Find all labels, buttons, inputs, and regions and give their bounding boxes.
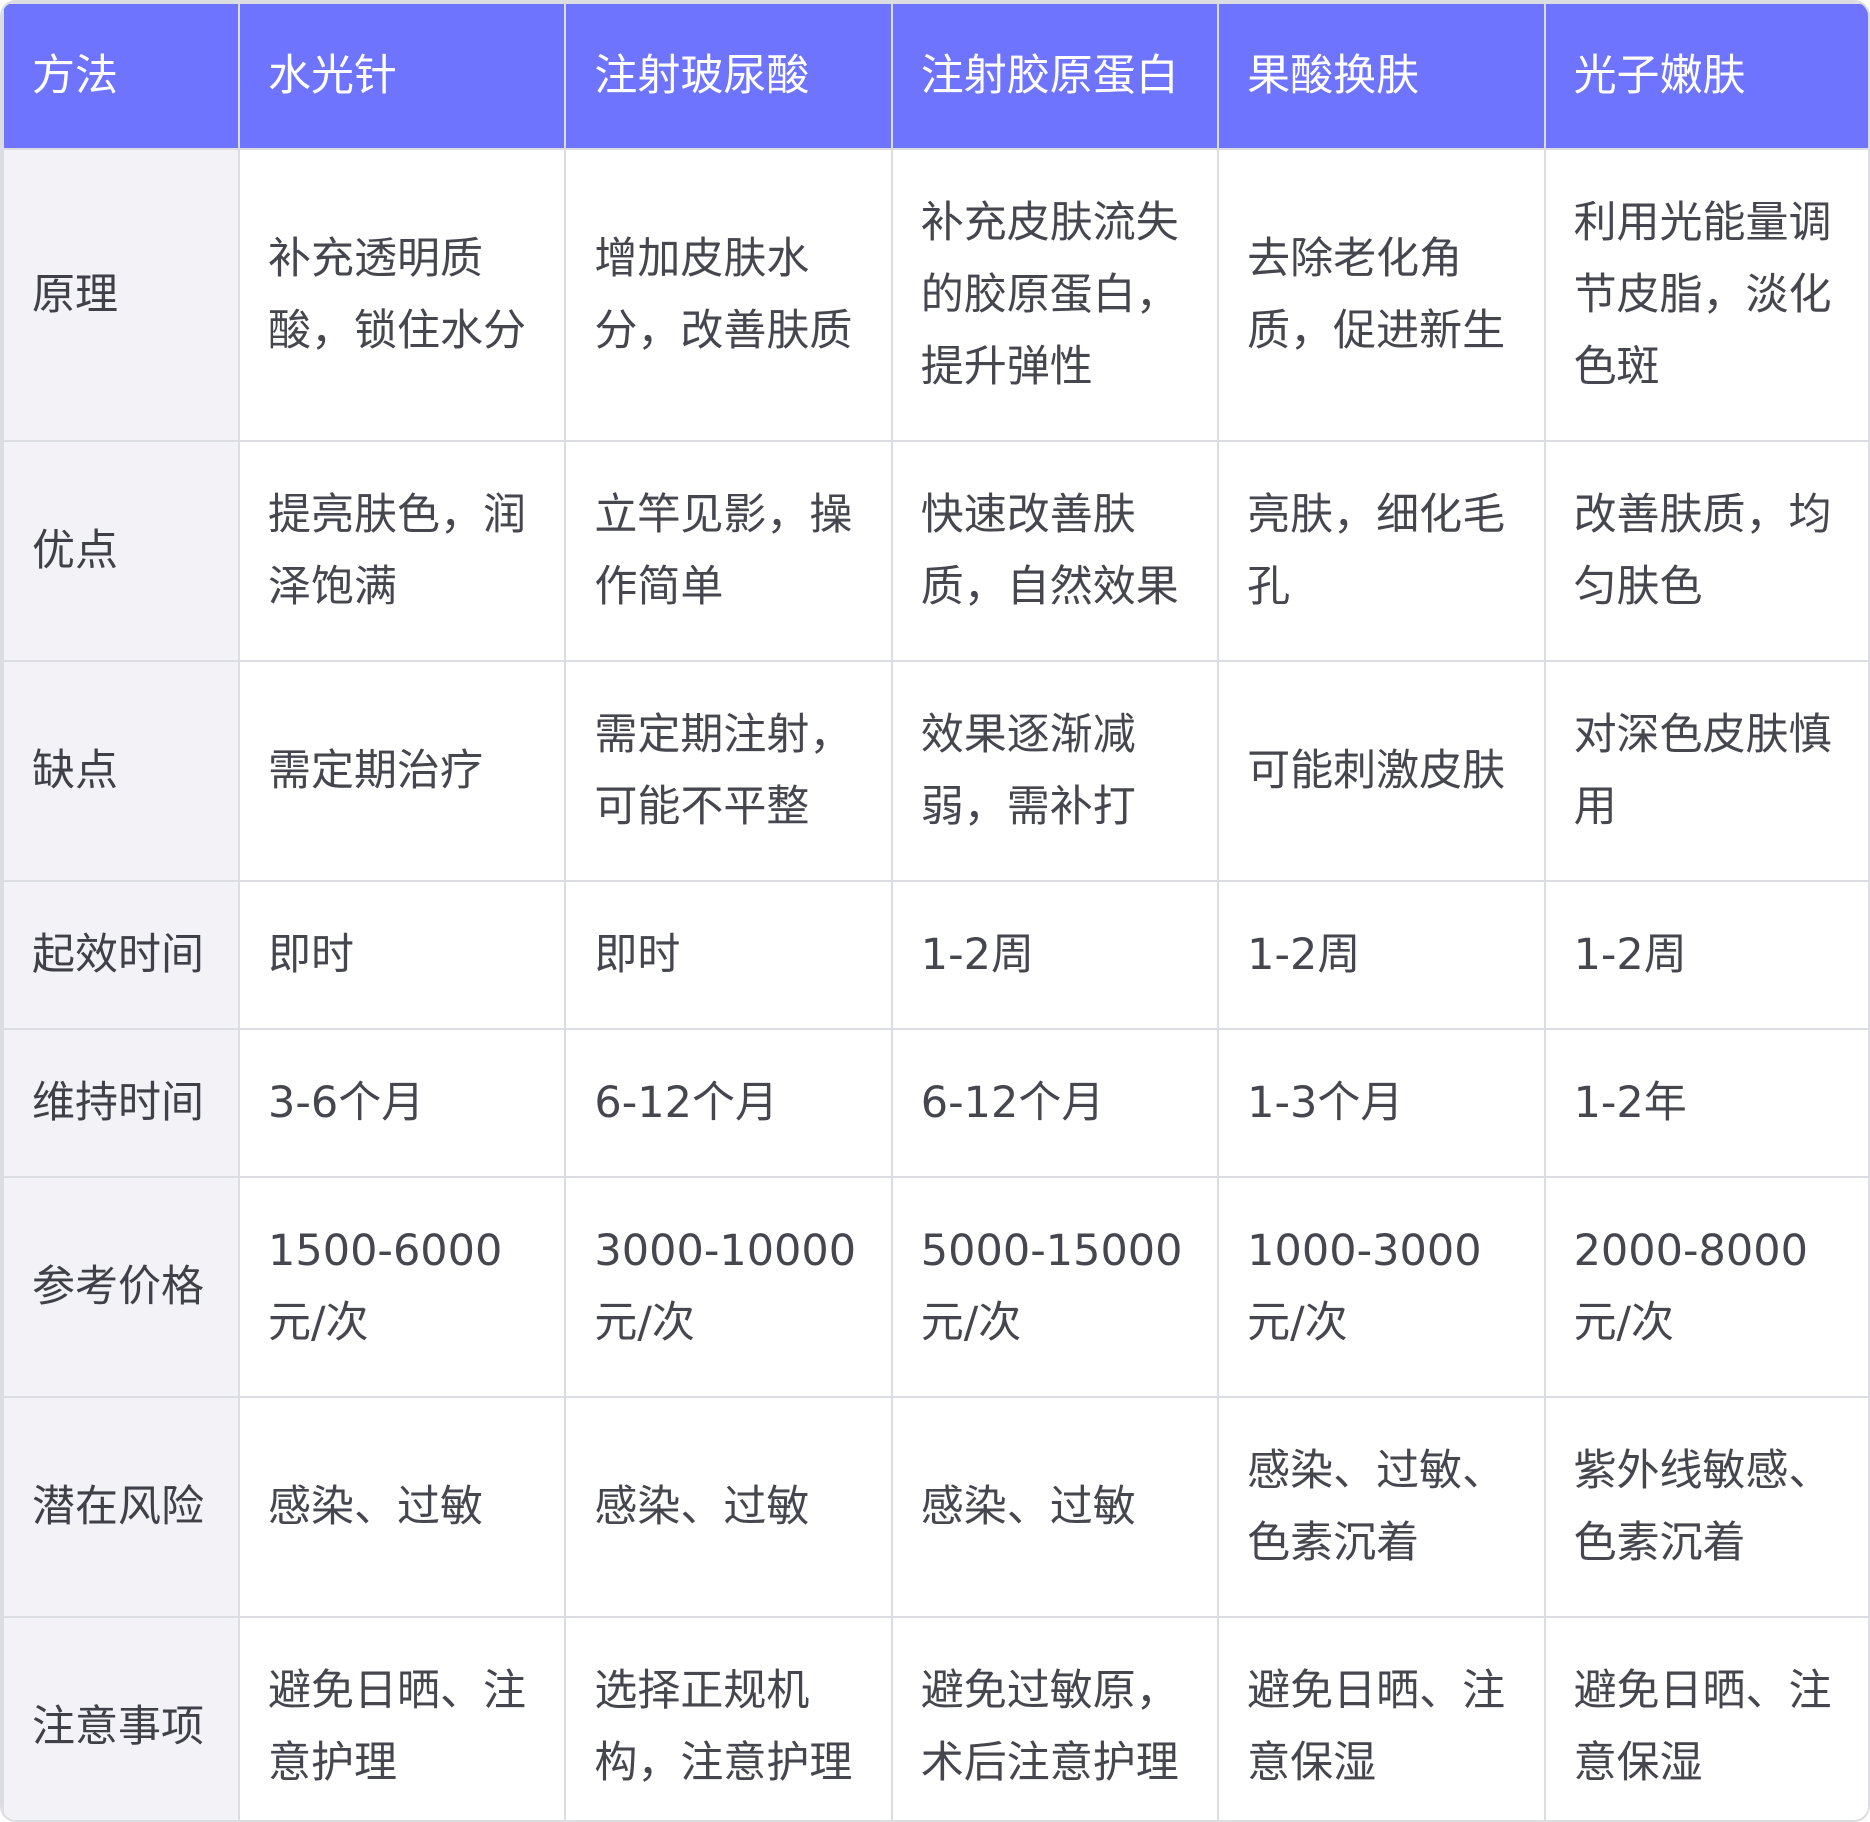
table-cell: 感染、过敏 bbox=[564, 1396, 893, 1618]
column-header: 水光针 bbox=[237, 2, 567, 150]
table-cell: 1-2周 bbox=[1217, 880, 1546, 1030]
table-cell: 3-6个月 bbox=[237, 1028, 567, 1178]
table-row: 优点 提亮肤色，润泽饱满 立竿见影，操作简单 快速改善肤质，自然效果 亮肤，细化… bbox=[2, 440, 1868, 662]
table-row: 维持时间 3-6个月 6-12个月 6-12个月 1-3个月 1-2年 bbox=[2, 1028, 1868, 1178]
table-cell: 6-12个月 bbox=[564, 1028, 893, 1178]
row-label: 注意事项 bbox=[2, 1616, 240, 1820]
table-cell: 选择正规机构，注意护理 bbox=[564, 1616, 893, 1820]
comparison-table-container: 方法 水光针 注射玻尿酸 注射胶原蛋白 果酸换肤 光子嫩肤 原理 补充透明质酸，… bbox=[0, 0, 1870, 1822]
row-label: 起效时间 bbox=[2, 880, 240, 1030]
table-cell: 感染、过敏 bbox=[237, 1396, 567, 1618]
table-cell: 立竿见影，操作简单 bbox=[564, 440, 893, 662]
table-cell: 补充透明质酸，锁住水分 bbox=[237, 148, 567, 442]
table-cell: 3000-10000元/次 bbox=[564, 1176, 893, 1398]
table-row: 原理 补充透明质酸，锁住水分 增加皮肤水分，改善肤质 补充皮肤流失的胶原蛋白，提… bbox=[2, 148, 1868, 442]
table-cell: 6-12个月 bbox=[890, 1028, 1220, 1178]
table-cell: 去除老化角质，促进新生 bbox=[1217, 148, 1546, 442]
table-row: 缺点 需定期治疗 需定期注射，可能不平整 效果逐渐减弱，需补打 可能刺激皮肤 对… bbox=[2, 660, 1868, 882]
row-label: 优点 bbox=[2, 440, 240, 662]
table-cell: 感染、过敏 bbox=[890, 1396, 1220, 1618]
table-cell: 即时 bbox=[564, 880, 893, 1030]
table-cell: 增加皮肤水分，改善肤质 bbox=[564, 148, 893, 442]
column-header: 注射玻尿酸 bbox=[564, 2, 893, 150]
table-cell: 对深色皮肤慎用 bbox=[1543, 660, 1868, 882]
comparison-table: 方法 水光针 注射玻尿酸 注射胶原蛋白 果酸换肤 光子嫩肤 原理 补充透明质酸，… bbox=[2, 2, 1868, 1820]
table-cell: 避免日晒、注意保湿 bbox=[1217, 1616, 1546, 1820]
table-cell: 1-2周 bbox=[1543, 880, 1868, 1030]
table-row: 潜在风险 感染、过敏 感染、过敏 感染、过敏 感染、过敏、色素沉着 紫外线敏感、… bbox=[2, 1396, 1868, 1618]
row-label: 参考价格 bbox=[2, 1176, 240, 1398]
column-header: 方法 bbox=[2, 2, 240, 150]
table-row: 参考价格 1500-6000元/次 3000-10000元/次 5000-150… bbox=[2, 1176, 1868, 1398]
row-label: 缺点 bbox=[2, 660, 240, 882]
table-row: 注意事项 避免日晒、注意护理 选择正规机构，注意护理 避免过敏原，术后注意护理 … bbox=[2, 1616, 1868, 1820]
table-cell: 1500-6000元/次 bbox=[237, 1176, 567, 1398]
row-label: 潜在风险 bbox=[2, 1396, 240, 1618]
table-cell: 效果逐渐减弱，需补打 bbox=[890, 660, 1220, 882]
table-cell: 2000-8000元/次 bbox=[1543, 1176, 1868, 1398]
table-cell: 1-2周 bbox=[890, 880, 1220, 1030]
table-cell: 提亮肤色，润泽饱满 bbox=[237, 440, 567, 662]
table-cell: 避免日晒、注意保湿 bbox=[1543, 1616, 1868, 1820]
column-header: 光子嫩肤 bbox=[1543, 2, 1868, 150]
table-header: 方法 水光针 注射玻尿酸 注射胶原蛋白 果酸换肤 光子嫩肤 bbox=[2, 2, 1868, 150]
column-header: 果酸换肤 bbox=[1217, 2, 1546, 150]
table-cell: 需定期治疗 bbox=[237, 660, 567, 882]
row-label: 原理 bbox=[2, 148, 240, 442]
table-cell: 快速改善肤质，自然效果 bbox=[890, 440, 1220, 662]
table-cell: 1-3个月 bbox=[1217, 1028, 1546, 1178]
table-cell: 即时 bbox=[237, 880, 567, 1030]
table-cell: 1000-3000元/次 bbox=[1217, 1176, 1546, 1398]
table-cell: 可能刺激皮肤 bbox=[1217, 660, 1546, 882]
row-label: 维持时间 bbox=[2, 1028, 240, 1178]
table-cell: 感染、过敏、色素沉着 bbox=[1217, 1396, 1546, 1618]
table-cell: 改善肤质，均匀肤色 bbox=[1543, 440, 1868, 662]
table-body: 原理 补充透明质酸，锁住水分 增加皮肤水分，改善肤质 补充皮肤流失的胶原蛋白，提… bbox=[2, 148, 1868, 1820]
table-cell: 避免日晒、注意护理 bbox=[237, 1616, 567, 1820]
column-header: 注射胶原蛋白 bbox=[890, 2, 1220, 150]
table-cell: 紫外线敏感、色素沉着 bbox=[1543, 1396, 1868, 1618]
table-cell: 补充皮肤流失的胶原蛋白，提升弹性 bbox=[890, 148, 1220, 442]
header-row: 方法 水光针 注射玻尿酸 注射胶原蛋白 果酸换肤 光子嫩肤 bbox=[2, 2, 1868, 150]
table-cell: 5000-15000元/次 bbox=[890, 1176, 1220, 1398]
table-cell: 需定期注射，可能不平整 bbox=[564, 660, 893, 882]
table-cell: 避免过敏原，术后注意护理 bbox=[890, 1616, 1220, 1820]
table-cell: 1-2年 bbox=[1543, 1028, 1868, 1178]
table-cell: 亮肤，细化毛孔 bbox=[1217, 440, 1546, 662]
table-row: 起效时间 即时 即时 1-2周 1-2周 1-2周 bbox=[2, 880, 1868, 1030]
table-cell: 利用光能量调节皮脂，淡化色斑 bbox=[1543, 148, 1868, 442]
